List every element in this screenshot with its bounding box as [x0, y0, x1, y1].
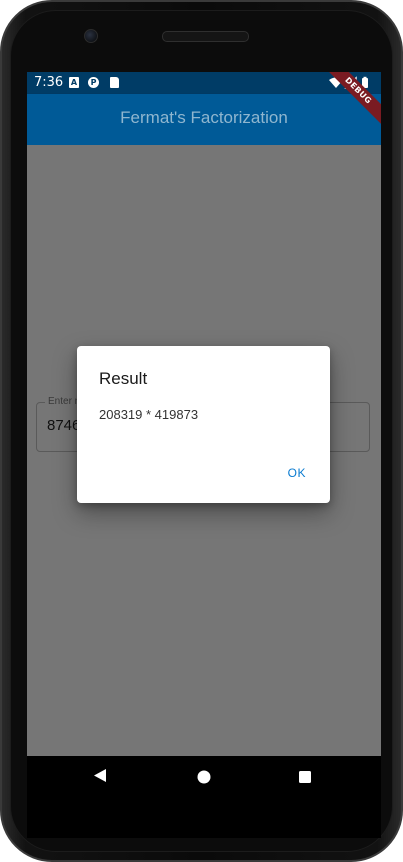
front-camera [84, 29, 98, 43]
nav-buttons [85, 756, 321, 796]
ok-button[interactable]: OK [280, 462, 314, 484]
back-icon[interactable] [85, 756, 115, 796]
earpiece-speaker [162, 31, 249, 42]
dialog-title: Result [99, 369, 148, 388]
result-dialog: Result 208319 * 419873 OK [77, 346, 330, 503]
home-icon[interactable] [189, 756, 219, 796]
phone-frame: 7:36 A P Fermat's Factorization Enter n … [0, 0, 403, 862]
screen: 7:36 A P Fermat's Factorization Enter n … [27, 72, 381, 838]
navigation-bar [27, 756, 381, 838]
recents-icon[interactable] [291, 756, 321, 796]
dialog-result-text: 208319 * 419873 [99, 407, 199, 422]
